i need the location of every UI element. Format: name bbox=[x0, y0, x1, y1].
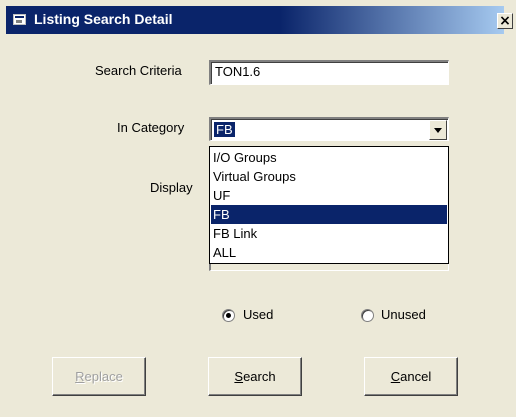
category-option-highlighted[interactable]: FB bbox=[211, 205, 447, 224]
category-option[interactable]: Virtual Groups bbox=[211, 167, 447, 186]
search-criteria-input[interactable]: TON1.6 bbox=[209, 60, 449, 85]
display-label: Display bbox=[150, 180, 193, 195]
category-option[interactable]: I/O Groups bbox=[211, 148, 447, 167]
unused-radio-label[interactable]: Unused bbox=[381, 307, 426, 322]
title-bar[interactable]: Listing Search Detail bbox=[6, 6, 504, 34]
replace-button[interactable]: Replace bbox=[52, 357, 146, 396]
window-app-icon bbox=[13, 14, 26, 25]
display-list-box-edge bbox=[209, 264, 449, 271]
chevron-down-icon[interactable] bbox=[429, 120, 447, 140]
used-radio-label[interactable]: Used bbox=[243, 307, 273, 322]
category-option[interactable]: UF bbox=[211, 186, 447, 205]
window-title: Listing Search Detail bbox=[34, 11, 173, 27]
unused-radio[interactable] bbox=[361, 309, 374, 322]
search-label-rest: earch bbox=[243, 369, 276, 384]
search-mnemonic: S bbox=[234, 369, 244, 384]
category-label: In Category bbox=[117, 120, 185, 135]
category-selected-value: FB bbox=[214, 122, 235, 137]
close-icon[interactable]: × bbox=[497, 13, 513, 29]
search-button[interactable]: Search bbox=[208, 357, 302, 396]
category-option[interactable]: ALL bbox=[211, 243, 447, 262]
cancel-label-rest: ancel bbox=[400, 369, 432, 384]
category-combobox[interactable]: FB bbox=[209, 117, 449, 141]
listing-search-dialog: Listing Search Detail × Search Criteria … bbox=[0, 0, 516, 417]
search-criteria-label: Search Criteria bbox=[95, 63, 182, 78]
replace-label-rest: eplace bbox=[84, 369, 123, 384]
category-option[interactable]: FB Link bbox=[211, 224, 447, 243]
cancel-mnemonic: C bbox=[390, 369, 401, 384]
cancel-button[interactable]: Cancel bbox=[364, 357, 458, 396]
search-criteria-value: TON1.6 bbox=[215, 64, 261, 79]
category-dropdown-list[interactable]: I/O Groups Virtual Groups UF FB FB Link … bbox=[209, 146, 449, 264]
used-radio[interactable] bbox=[222, 309, 235, 322]
replace-mnemonic: R bbox=[75, 369, 85, 384]
